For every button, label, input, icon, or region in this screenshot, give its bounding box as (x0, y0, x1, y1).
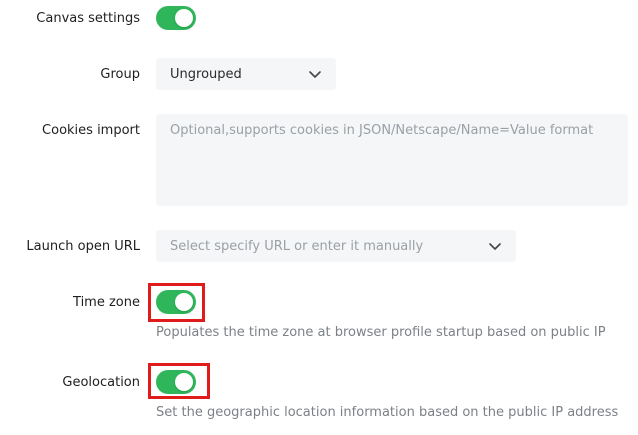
group-select-value: Ungrouped (170, 66, 242, 82)
cookies-import-textarea[interactable]: Optional,supports cookies in JSON/Netsca… (156, 114, 628, 206)
toggle-knob (175, 293, 193, 311)
toggle-knob (175, 373, 193, 391)
cookies-import-label: Cookies import (42, 123, 140, 138)
time-zone-toggle[interactable] (156, 290, 196, 314)
time-zone-hint: Populates the time zone at browser profi… (156, 325, 606, 340)
geolocation-toggle[interactable] (156, 370, 196, 394)
time-zone-label: Time zone (73, 295, 140, 310)
launch-open-url-select[interactable]: Select specify URL or enter it manually (156, 230, 516, 262)
group-label: Group (100, 67, 140, 82)
cookies-import-placeholder: Optional,supports cookies in JSON/Netsca… (170, 123, 594, 138)
geolocation-label: Geolocation (62, 375, 140, 390)
canvas-settings-toggle[interactable] (156, 6, 196, 30)
geolocation-hint: Set the geographic location information … (156, 405, 619, 420)
chevron-down-icon (489, 243, 501, 250)
canvas-settings-label: Canvas settings (36, 11, 140, 26)
launch-open-url-label: Launch open URL (26, 239, 140, 254)
chevron-down-icon (309, 71, 321, 78)
browser-profile-settings-form: Canvas settings Group Ungrouped Cookies … (0, 0, 638, 435)
launch-open-url-placeholder: Select specify URL or enter it manually (170, 238, 424, 254)
toggle-knob (175, 9, 193, 27)
group-select[interactable]: Ungrouped (156, 58, 336, 90)
